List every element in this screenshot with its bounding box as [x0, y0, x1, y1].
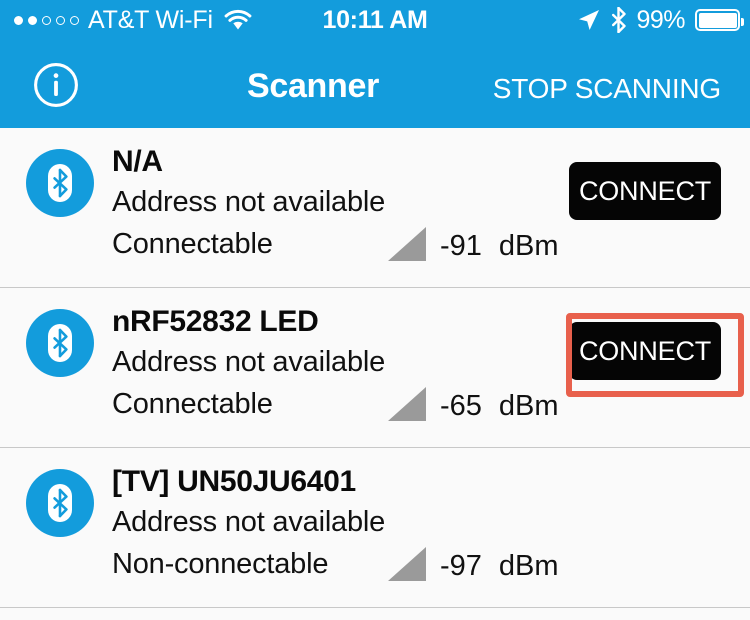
- device-list[interactable]: N/A Address not available Connectable -9…: [0, 128, 750, 620]
- device-rssi: -97 dBm: [440, 550, 559, 583]
- rssi-unit: dBm: [498, 550, 559, 582]
- device-name: [TV] UN50JU6401: [112, 465, 356, 498]
- device-info: [TV] UN50JU6401 Address not available No…: [112, 462, 385, 586]
- signal-dot-5: [70, 15, 79, 25]
- rssi-value: -91: [440, 230, 482, 262]
- signal-strength-icon: [388, 547, 426, 581]
- device-rssi: -91 dBm: [440, 230, 559, 263]
- connect-button[interactable]: CONNECT: [569, 322, 721, 380]
- table-row-partial[interactable]: [0, 608, 750, 620]
- cellular-signal-dots: [14, 15, 79, 25]
- device-name: N/A: [112, 145, 163, 178]
- device-rssi: -65 dBm: [440, 390, 559, 423]
- signal-strength-icon: [388, 387, 426, 421]
- bluetooth-device-icon: [26, 149, 94, 217]
- rssi-value: -65: [440, 390, 482, 422]
- device-address: Address not available: [112, 506, 386, 539]
- app-screen: AT&T Wi-Fi 10:11 AM 99% Scanner STOP SCA…: [0, 0, 750, 620]
- device-connectable-status: Connectable: [112, 387, 273, 420]
- status-bar-right: 99%: [577, 0, 744, 40]
- stop-scanning-button[interactable]: STOP SCANNING: [493, 73, 721, 105]
- device-connectable-status: Non-connectable: [112, 547, 329, 580]
- signal-dot-3: [42, 15, 51, 25]
- status-bar-left: AT&T Wi-Fi: [0, 5, 253, 34]
- signal-dot-2: [28, 15, 37, 25]
- bluetooth-device-icon: [26, 309, 94, 377]
- device-address: Address not available: [112, 346, 386, 379]
- device-info: nRF52832 LED Address not available Conne…: [112, 302, 385, 426]
- signal-dot-4: [56, 15, 65, 25]
- carrier-label: AT&T Wi-Fi: [88, 5, 213, 34]
- table-row[interactable]: nRF52832 LED Address not available Conne…: [0, 288, 750, 448]
- signal-strength-icon: [388, 227, 426, 261]
- connect-button[interactable]: CONNECT: [569, 162, 721, 220]
- status-bar: AT&T Wi-Fi 10:11 AM 99%: [0, 0, 750, 40]
- table-row[interactable]: N/A Address not available Connectable -9…: [0, 128, 750, 288]
- rssi-unit: dBm: [498, 390, 559, 422]
- bluetooth-icon: [612, 7, 627, 33]
- battery-percent-label: 99%: [636, 5, 685, 34]
- device-name: nRF52832 LED: [112, 305, 319, 338]
- device-info: N/A Address not available Connectable: [112, 142, 385, 266]
- rssi-unit: dBm: [498, 230, 559, 262]
- signal-dot-1: [14, 15, 23, 25]
- bluetooth-device-icon: [26, 469, 94, 537]
- battery-fill: [698, 12, 737, 28]
- table-row[interactable]: [TV] UN50JU6401 Address not available No…: [0, 448, 750, 608]
- wifi-icon: [224, 9, 252, 30]
- navigation-bar: Scanner STOP SCANNING: [0, 40, 750, 128]
- battery-full-icon: [695, 9, 744, 31]
- location-arrow-icon: [579, 10, 600, 30]
- device-address: Address not available: [112, 186, 386, 219]
- device-connectable-status: Connectable: [112, 227, 273, 260]
- rssi-value: -97: [440, 550, 482, 582]
